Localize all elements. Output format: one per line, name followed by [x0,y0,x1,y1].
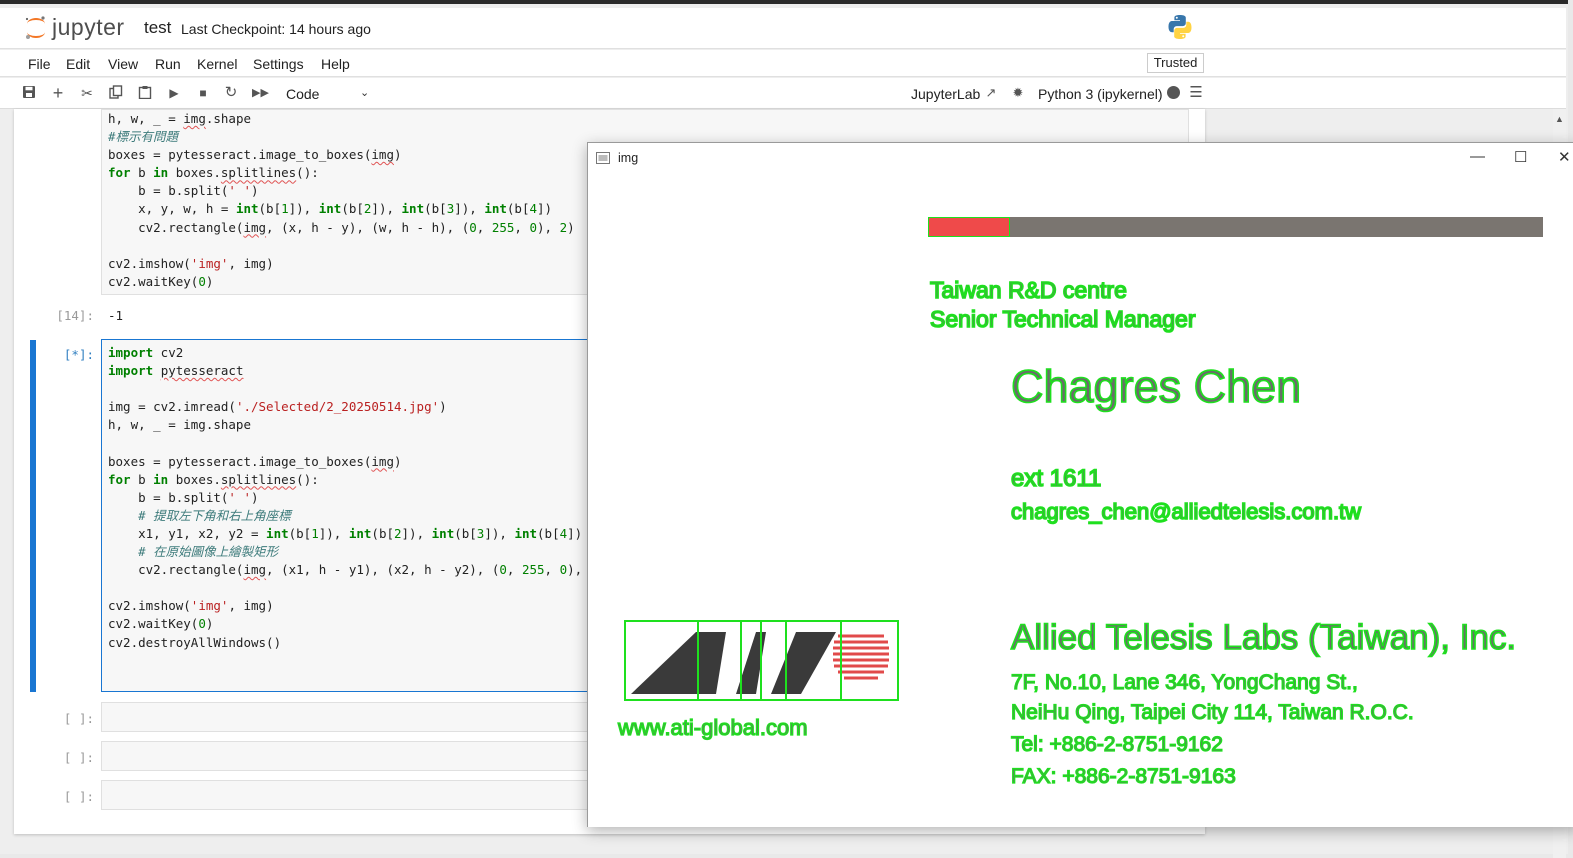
jupyter-logo-icon [24,15,48,41]
active-cell-indicator [30,340,36,692]
header: jupyter test Last Checkpoint: 14 hours a… [0,8,1566,49]
card-department: Taiwan R&D centre [929,276,1127,304]
window-titlebar[interactable]: img — ☐ ✕ [588,143,1573,173]
open-jupyterlab-link[interactable]: JupyterLab [911,86,980,102]
business-card-image: Taiwan R&D centre Senior Technical Manag… [588,173,1573,827]
running-prompt: [*]: [63,347,94,362]
bug-icon[interactable]: ✹ [1010,85,1026,101]
card-job-title: Senior Technical Manager [929,305,1196,333]
minimize-button[interactable]: — [1470,148,1485,165]
notebook-toolbar: + ✂ ▶ ■ ↻ ▶▶ Code ⌄ JupyterLab ↗ ✹ Pytho… [0,78,1566,109]
python-logo-icon [1167,14,1193,45]
jupyter-logo[interactable]: jupyter [24,14,125,41]
menu-file[interactable]: File [28,56,51,72]
trusted-badge[interactable]: Trusted [1147,53,1204,73]
external-link-icon[interactable]: ↗ [983,85,999,101]
empty-code-cell[interactable] [101,702,601,732]
menu-icon[interactable]: ☰ [1188,85,1204,101]
card-address-line-2: NeiHu Qing, Taipei City 114, Taiwan R.O.… [1010,700,1414,724]
stop-icon[interactable]: ■ [195,85,211,101]
window-app-icon [596,151,610,169]
cell-type-select[interactable]: Code [286,86,319,102]
menu-kernel[interactable]: Kernel [197,56,237,72]
empty-code-cell[interactable] [101,741,601,771]
ati-logo-icon [631,622,889,699]
cell-output: -1 [108,308,124,323]
code-cell-1-source[interactable]: h, w, _ = img.shape #標示有問題 boxes = pytes… [108,110,575,291]
menu-help[interactable]: Help [321,56,350,72]
last-checkpoint: Last Checkpoint: 14 hours ago [181,21,371,37]
card-extension: ext 1611 [1010,464,1102,493]
kernel-name[interactable]: Python 3 (ipykernel) [1038,86,1163,102]
close-button[interactable]: ✕ [1558,148,1571,166]
menu-view[interactable]: View [108,56,138,72]
notebook-title[interactable]: test [144,18,171,38]
red-stripe [928,217,1010,237]
maximize-button[interactable]: ☐ [1514,148,1527,166]
menu-bar: File Edit View Run Kernel Settings Help … [0,50,1566,77]
add-cell-icon[interactable]: + [50,84,66,102]
card-fax: FAX: +886-2-8751-9163 [1010,764,1236,788]
cut-icon[interactable]: ✂ [79,85,95,101]
menu-edit[interactable]: Edit [66,56,90,72]
run-icon[interactable]: ▶ [166,85,182,101]
company-logo [624,620,899,701]
empty-code-cell[interactable] [101,780,601,810]
card-telephone: Tel: +886-2-8751-9162 [1010,732,1223,756]
chevron-down-icon[interactable]: ⌄ [360,86,369,99]
kernel-status-icon [1165,85,1181,101]
opencv-image-window[interactable]: img — ☐ ✕ Taiwan R&D centre Senior Techn… [587,142,1573,827]
fast-forward-icon[interactable]: ▶▶ [252,85,269,101]
card-website: www.ati-global.com [617,714,808,740]
window-title: img [618,151,639,165]
save-icon[interactable] [21,85,37,101]
card-name: Chagres Chen [1010,360,1302,413]
copy-icon[interactable] [108,85,124,101]
output-prompt: [14]: [56,308,94,323]
card-address-line-1: 7F, No.10, Lane 346, YongChang St., [1010,670,1358,694]
code-cell-2-source[interactable]: import cv2 import pytesseract img = cv2.… [108,344,605,652]
menu-run[interactable]: Run [155,56,181,72]
card-company: Allied Telesis Labs (Taiwan), Inc. [1010,617,1517,658]
empty-cell-prompt: [ ]: [63,750,94,765]
restart-icon[interactable]: ↻ [223,85,239,101]
empty-cell-prompt: [ ]: [63,789,94,804]
scroll-up-icon[interactable]: ▲ [1553,114,1566,124]
jupyter-wordmark: jupyter [52,14,125,40]
menu-settings[interactable]: Settings [253,56,304,72]
header-stripe [928,217,1543,237]
paste-icon[interactable] [137,85,153,101]
empty-cell-prompt: [ ]: [63,711,94,726]
card-email: chagres_chen@alliedtelesis.com.tw [1010,498,1362,525]
